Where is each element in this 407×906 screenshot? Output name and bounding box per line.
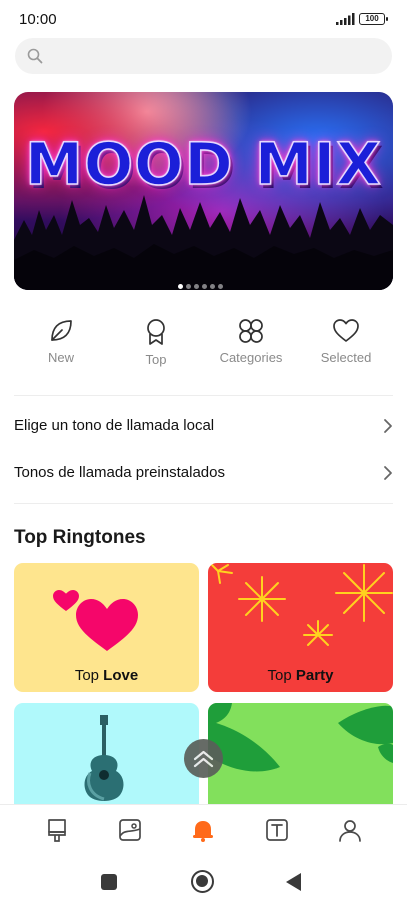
card-top-love[interactable]: Top Love: [14, 563, 199, 692]
leaf-icon: [51, 320, 72, 341]
carousel-dot: [202, 284, 207, 289]
scroll-to-top-button[interactable]: [184, 739, 223, 778]
battery-level: 100: [365, 14, 379, 23]
carousel-dot: [218, 284, 223, 289]
carousel-dot: [178, 284, 183, 289]
image-gallery-icon[interactable]: [117, 817, 143, 843]
card-palm[interactable]: [208, 703, 393, 804]
carousel-dot: [194, 284, 199, 289]
card-label: Top Love: [74, 667, 139, 684]
carousel-dot: [210, 284, 215, 289]
quick-link-label: Top: [145, 352, 167, 367]
bottom-tab-bar: [0, 804, 407, 856]
quick-link-selected[interactable]: Selected: [306, 318, 386, 370]
award-ribbon-icon: [147, 319, 165, 345]
row-label: Elige un tono de llamada local: [14, 417, 215, 434]
chevron-right-icon: [384, 466, 392, 480]
guitar-illustration: [84, 715, 124, 801]
bell-ringtone-icon[interactable]: [190, 817, 216, 843]
back-button[interactable]: [286, 873, 301, 891]
recents-button[interactable]: [101, 874, 117, 890]
divider: [14, 503, 393, 504]
card-top-party[interactable]: Top Party: [208, 563, 393, 692]
banner-title: MOOD MIX: [24, 129, 382, 199]
quick-link-label: Categories: [219, 350, 283, 365]
four-petal-grid-icon: [239, 319, 263, 343]
profile-user-icon[interactable]: [337, 817, 363, 843]
search-bar[interactable]: [15, 38, 392, 74]
search-icon: [27, 48, 43, 64]
quick-link-label: New: [47, 350, 74, 365]
quick-link-top[interactable]: Top: [116, 318, 196, 370]
double-chevron-up-icon: [193, 750, 214, 768]
wallpaper-brush-icon[interactable]: [44, 817, 70, 843]
signal-icon: [336, 13, 355, 25]
heart-outline-icon: [333, 319, 359, 342]
banner-carousel[interactable]: MOOD MIX: [14, 92, 393, 290]
carousel-dot: [186, 284, 191, 289]
hearts-illustration: [53, 590, 138, 651]
card-guitar[interactable]: [14, 703, 199, 804]
system-nav-bar: [0, 856, 407, 906]
section-title: Top Ringtones: [14, 527, 146, 548]
row-label: Tonos de llamada preinstalados: [14, 464, 225, 481]
quick-link-label: Selected: [320, 350, 372, 365]
status-bar: 10:00 100: [0, 0, 407, 38]
text-font-icon[interactable]: [264, 817, 290, 843]
card-label: Top Party: [267, 667, 334, 684]
home-button[interactable]: [191, 870, 214, 893]
chevron-right-icon: [384, 419, 392, 433]
row-local-ringtone[interactable]: Elige un tono de llamada local: [14, 411, 393, 441]
divider: [14, 395, 393, 396]
battery-icon: 100: [359, 13, 388, 25]
palm-leaves-illustration: [208, 703, 393, 772]
quick-link-new[interactable]: New: [21, 318, 101, 370]
carousel-indicator: [178, 276, 226, 289]
status-time: 10:00: [19, 11, 57, 28]
quick-link-categories[interactable]: Categories: [211, 318, 291, 370]
row-preinstalled-ringtones[interactable]: Tonos de llamada preinstalados: [14, 458, 393, 488]
fireworks-illustration: [209, 563, 393, 646]
